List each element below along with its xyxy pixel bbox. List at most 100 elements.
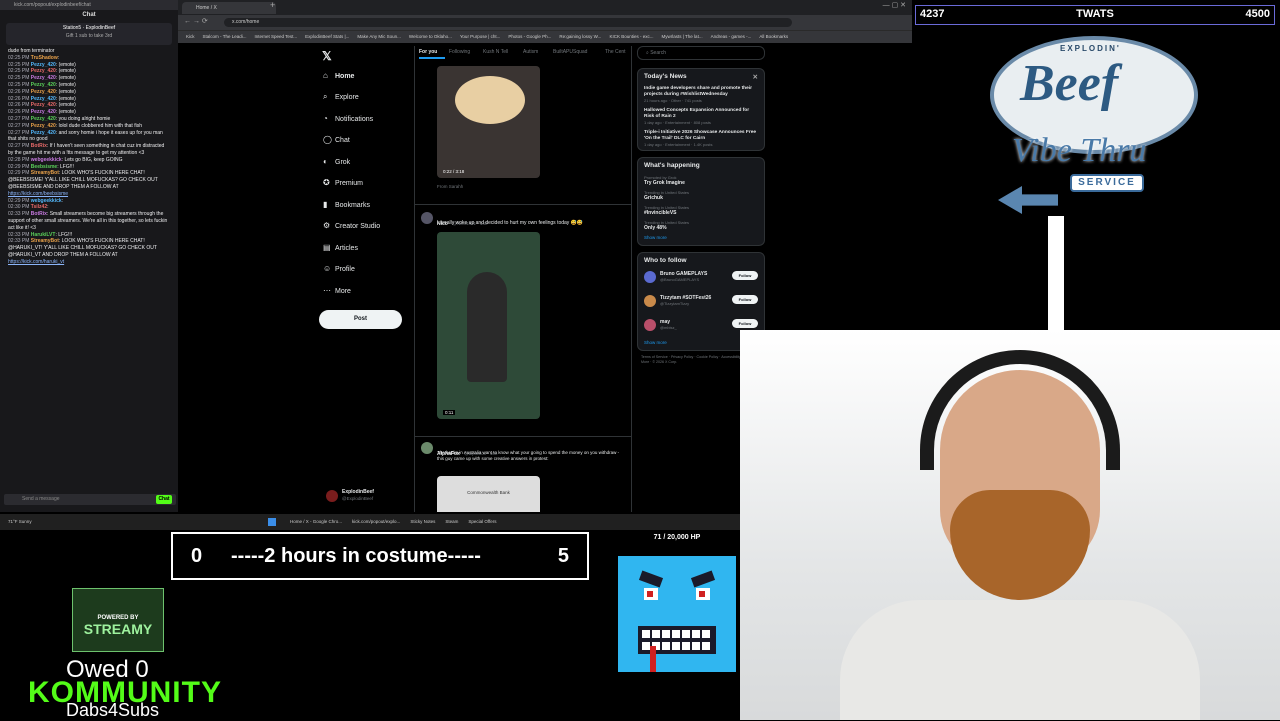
bookmark-item[interactable]: Mywrlasts | The lat... xyxy=(661,34,702,39)
x-logo-icon[interactable]: 𝕏 xyxy=(322,49,332,63)
message-username[interactable]: BotRix xyxy=(31,143,47,149)
taskbar-item[interactable]: Special Offers xyxy=(468,519,496,524)
message-username[interactable]: StreamyBot xyxy=(31,170,59,176)
avatar[interactable] xyxy=(644,271,656,283)
follow-button[interactable]: Follow xyxy=(732,271,758,280)
message-username[interactable]: webgeekkick xyxy=(31,157,62,163)
message-username[interactable]: Tsilz42 xyxy=(31,204,47,210)
bookmark-item[interactable]: Make Any Mic Soun... xyxy=(357,34,401,39)
bookmark-item[interactable]: Stalcom - The Leadi... xyxy=(203,34,247,39)
nav-item-home[interactable]: ⌂ Home xyxy=(323,68,354,84)
nav-item-explore[interactable]: ⌕ Explore xyxy=(323,89,359,105)
message-username[interactable]: Beebsisme xyxy=(31,164,57,170)
trend-item[interactable]: Trending in United States Only 48% xyxy=(638,218,764,233)
address-bar[interactable]: x.com/home xyxy=(224,18,792,27)
message-username[interactable]: Pezzy_420 xyxy=(31,82,56,88)
sign-pole xyxy=(1048,216,1064,346)
follow-button[interactable]: Follow xyxy=(732,295,758,304)
avatar[interactable] xyxy=(644,319,656,331)
follow-suggestion[interactable]: Bruno GAMEPLAYS @BrunoGAMEPLAYS Follow xyxy=(638,268,764,292)
nav-item-more[interactable]: ⋯ More xyxy=(323,283,351,299)
feed-tab[interactable]: BuiltAPUSquad xyxy=(553,49,587,55)
message-username[interactable]: HarukiLVT xyxy=(31,232,56,238)
bookmark-item[interactable]: Your Purpose | cht... xyxy=(460,34,501,39)
close-icon[interactable]: ✕ xyxy=(753,73,758,81)
feed-tab[interactable]: For you xyxy=(419,49,437,55)
feed-tab[interactable]: Kush N Tell xyxy=(483,49,508,55)
chat-message: 02:33 PM StreamyBot: LOOK WHO'S FUCKIN H… xyxy=(8,238,157,265)
follow-handle: @BrunoGAMEPLAYS xyxy=(660,277,700,282)
message-username[interactable]: TruShadow xyxy=(31,55,58,61)
follow-suggestion[interactable]: Tizzytam #SOTFest26 @TizzytamTizzy Follow xyxy=(638,292,764,316)
chat-goal-banner[interactable]: Station5 · ExplodinBeef Gift 1 sub to ta… xyxy=(6,23,172,45)
bookmark-item[interactable]: Andreas - games -... xyxy=(711,34,752,39)
taskbar-item[interactable]: kick.com/popout/explo... xyxy=(352,519,400,524)
new-tab-icon[interactable]: + xyxy=(270,0,275,10)
nav-item-chat[interactable]: ◯ Chat xyxy=(323,132,350,148)
bookmark-item[interactable]: Internet Speed Test... xyxy=(254,34,297,39)
follow-button[interactable]: Follow xyxy=(732,319,758,328)
message-username[interactable]: Pezzy_420 xyxy=(31,89,56,95)
bookmark-item[interactable]: Photos - Google Ph... xyxy=(508,34,551,39)
message-username[interactable]: webgeekkick xyxy=(31,198,62,204)
nav-item-articles[interactable]: ▤ Articles xyxy=(323,240,358,256)
trend-item[interactable]: Promoted by Grok Try Grok Imagine xyxy=(638,173,764,188)
bookmark-item[interactable]: Kick xyxy=(186,34,195,39)
feed-tab[interactable]: Following xyxy=(449,49,470,55)
message-username[interactable]: Pezzy_420 xyxy=(31,123,56,129)
bookmark-item[interactable]: All Bookmarks xyxy=(759,34,788,39)
avatar[interactable] xyxy=(421,212,433,224)
nav-item-creator-studio[interactable]: ⚙ Creator Studio xyxy=(323,218,380,234)
post-button[interactable]: Post xyxy=(319,310,402,329)
video-player[interactable]: 0:11 xyxy=(437,232,540,419)
tweet-image[interactable]: Commonwealth Bank xyxy=(437,476,540,512)
nav-item-bookmarks[interactable]: ▮ Bookmarks xyxy=(323,197,370,213)
message-link[interactable]: https://kick.com/haruki_vt xyxy=(8,259,64,265)
taskbar-item[interactable]: Sticky Notes xyxy=(410,519,435,524)
window-controls-icon[interactable]: — ▢ ✕ xyxy=(883,1,906,9)
chat-input[interactable]: Send a message xyxy=(4,494,176,505)
avatar[interactable] xyxy=(326,490,338,502)
message-username[interactable]: Pezzy_420 xyxy=(31,68,56,74)
taskbar-item[interactable]: Home / X - Google Chro... xyxy=(290,519,342,524)
feed-tab[interactable]: The Cent xyxy=(605,49,626,55)
message-username[interactable]: Pezzy_420 xyxy=(31,75,56,81)
news-item[interactable]: Triple-i Initiative 2026 Showcase Announ… xyxy=(638,128,764,150)
avatar[interactable] xyxy=(644,295,656,307)
nav-arrows-icon[interactable]: ← → ⟳ xyxy=(184,17,208,25)
taskbar-item[interactable]: Steam xyxy=(445,519,458,524)
bookmark-item[interactable]: Re:gaining lossy W... xyxy=(559,34,601,39)
message-username[interactable]: StreamyBot xyxy=(31,238,59,244)
message-username[interactable]: BotRix xyxy=(31,211,47,217)
trend-item[interactable]: Trending in United States Grichuk xyxy=(638,188,764,203)
avatar[interactable] xyxy=(421,442,433,454)
nav-item-notifications[interactable]: ◔ Notifications xyxy=(323,111,373,127)
bookmark-item[interactable]: KICK Bounties - exc... xyxy=(609,34,653,39)
message-username[interactable]: Pezzy_420 xyxy=(31,130,56,136)
search-input[interactable]: ⌕ Search xyxy=(637,46,765,60)
home-icon: ⌂ xyxy=(323,71,328,80)
news-item[interactable]: Indie game developers share and promote … xyxy=(638,84,764,106)
windows-start-icon[interactable] xyxy=(268,518,276,526)
browser-tab[interactable]: Home / X xyxy=(182,2,276,14)
show-more-link[interactable]: Show more xyxy=(638,233,764,245)
message-username[interactable]: Pezzy_420 xyxy=(31,116,56,122)
message-username[interactable]: Pezzy_420 xyxy=(31,62,56,68)
weather-widget[interactable]: 71°F Sunny xyxy=(8,519,32,524)
news-item[interactable]: Hallowed Concepts Expansion Announced fo… xyxy=(638,106,764,128)
bookmark-item[interactable]: Welcome to Oklaho... xyxy=(409,34,452,39)
message-username[interactable]: Pezzy_420 xyxy=(31,102,56,108)
trend-item[interactable]: Trending in United States #InvincibleVS xyxy=(638,203,764,218)
feed-tab[interactable]: Autism xyxy=(523,49,538,55)
message-text: (emote) xyxy=(58,68,76,75)
logo-line4: SERVICE xyxy=(1070,174,1144,192)
message-username[interactable]: Pezzy_420 xyxy=(31,109,56,115)
nav-item-grok[interactable]: ◐ Grok xyxy=(323,154,350,170)
nav-item-premium[interactable]: ✪ Premium xyxy=(323,175,363,191)
message-username[interactable]: Pezzy_420 xyxy=(31,96,56,102)
bookmark-item[interactable]: ExplodinBeef Stats |... xyxy=(305,34,349,39)
message-link[interactable]: https://kick.com/beebsisme xyxy=(8,191,68,197)
video-player[interactable]: 0:22 / 3:18 xyxy=(437,66,540,178)
chat-send-button[interactable]: Chat xyxy=(156,495,172,504)
nav-item-profile[interactable]: ☺ Profile xyxy=(323,261,355,277)
